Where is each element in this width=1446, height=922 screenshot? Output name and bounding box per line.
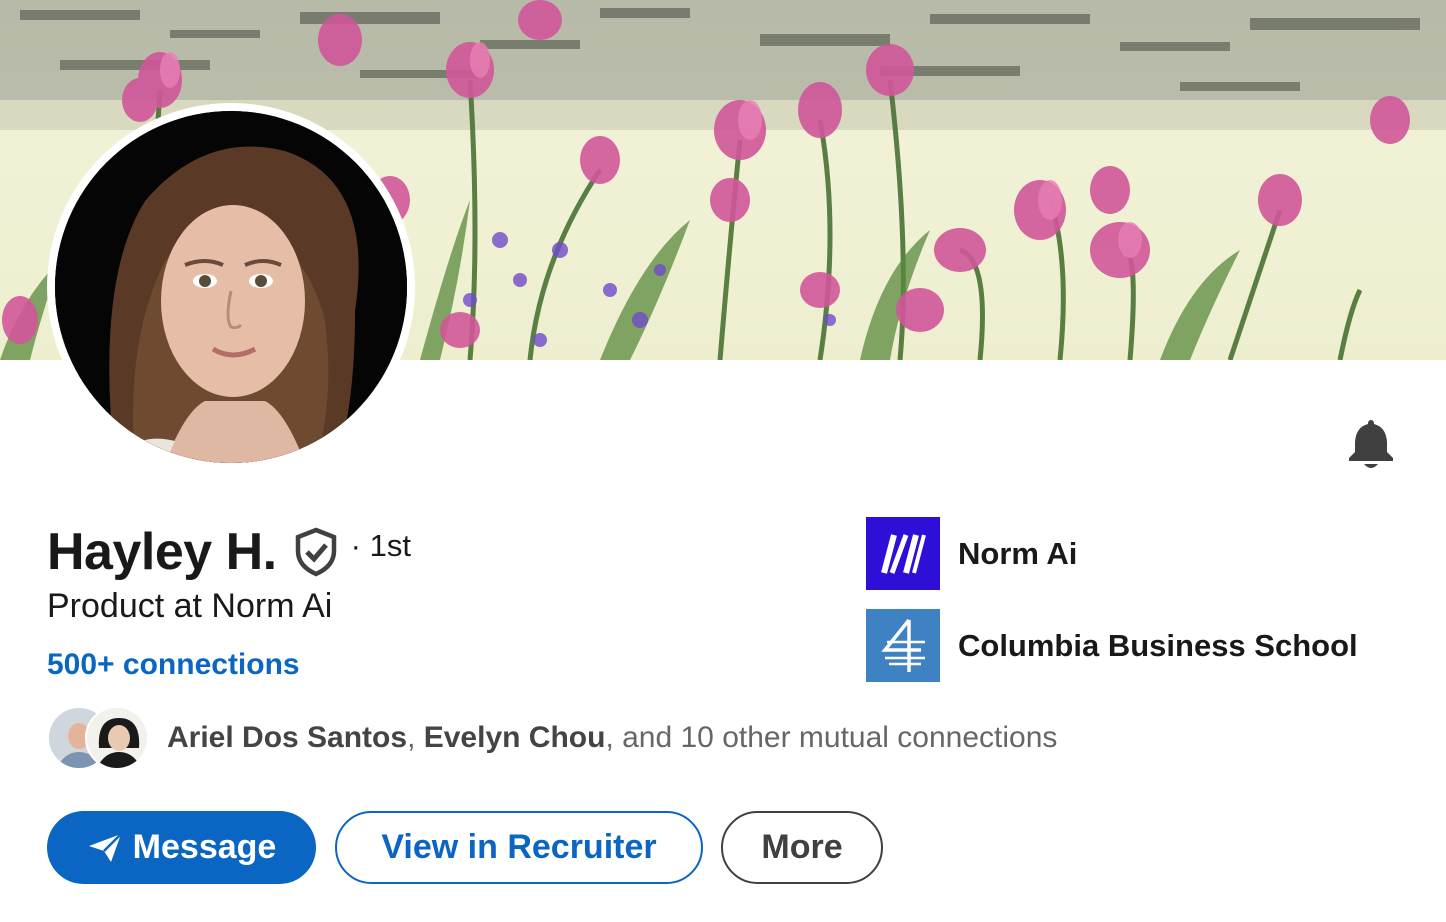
- name-row: Hayley H. · 1st: [47, 522, 411, 582]
- columbia-logo: [866, 609, 940, 682]
- view-in-recruiter-button[interactable]: View in Recruiter: [335, 811, 703, 884]
- mutual-name-2: Evelyn Chou: [423, 721, 606, 754]
- current-company-link[interactable]: Norm Ai: [866, 517, 1077, 590]
- norm-ai-logo: [866, 517, 940, 590]
- message-button[interactable]: Message: [47, 811, 316, 884]
- mutual-avatar: [85, 706, 149, 770]
- verified-shield-icon[interactable]: [293, 527, 339, 577]
- profile-name: Hayley H.: [47, 523, 277, 581]
- more-button[interactable]: More: [721, 811, 883, 884]
- mutual-connections-text: Ariel Dos Santos, Evelyn Chou, and 10 ot…: [167, 721, 1057, 755]
- connection-degree: · 1st: [350, 528, 411, 563]
- mutual-separator: ,: [407, 721, 424, 754]
- profile-photo-image: [55, 111, 407, 463]
- bell-icon[interactable]: [1346, 418, 1396, 470]
- profile-photo[interactable]: [47, 103, 415, 471]
- education-link[interactable]: Columbia Business School: [866, 609, 1358, 682]
- mutual-rest: , and 10 other mutual connections: [605, 721, 1058, 754]
- mutual-connections[interactable]: Ariel Dos Santos, Evelyn Chou, and 10 ot…: [47, 706, 1057, 770]
- paper-plane-icon: [88, 832, 122, 862]
- more-button-label: More: [761, 828, 843, 866]
- profile-top-card: Hayley H. · 1st Product at Norm Ai 500+ …: [0, 0, 1446, 922]
- connections-link[interactable]: 500+ connections: [47, 648, 300, 682]
- message-button-label: Message: [132, 828, 277, 866]
- mutual-avatars: [47, 706, 151, 770]
- mutual-name-1: Ariel Dos Santos: [167, 721, 408, 754]
- view-in-recruiter-label: View in Recruiter: [381, 828, 657, 866]
- company-name: Norm Ai: [958, 535, 1078, 571]
- school-name: Columbia Business School: [958, 627, 1358, 663]
- profile-headline: Product at Norm Ai: [47, 587, 333, 625]
